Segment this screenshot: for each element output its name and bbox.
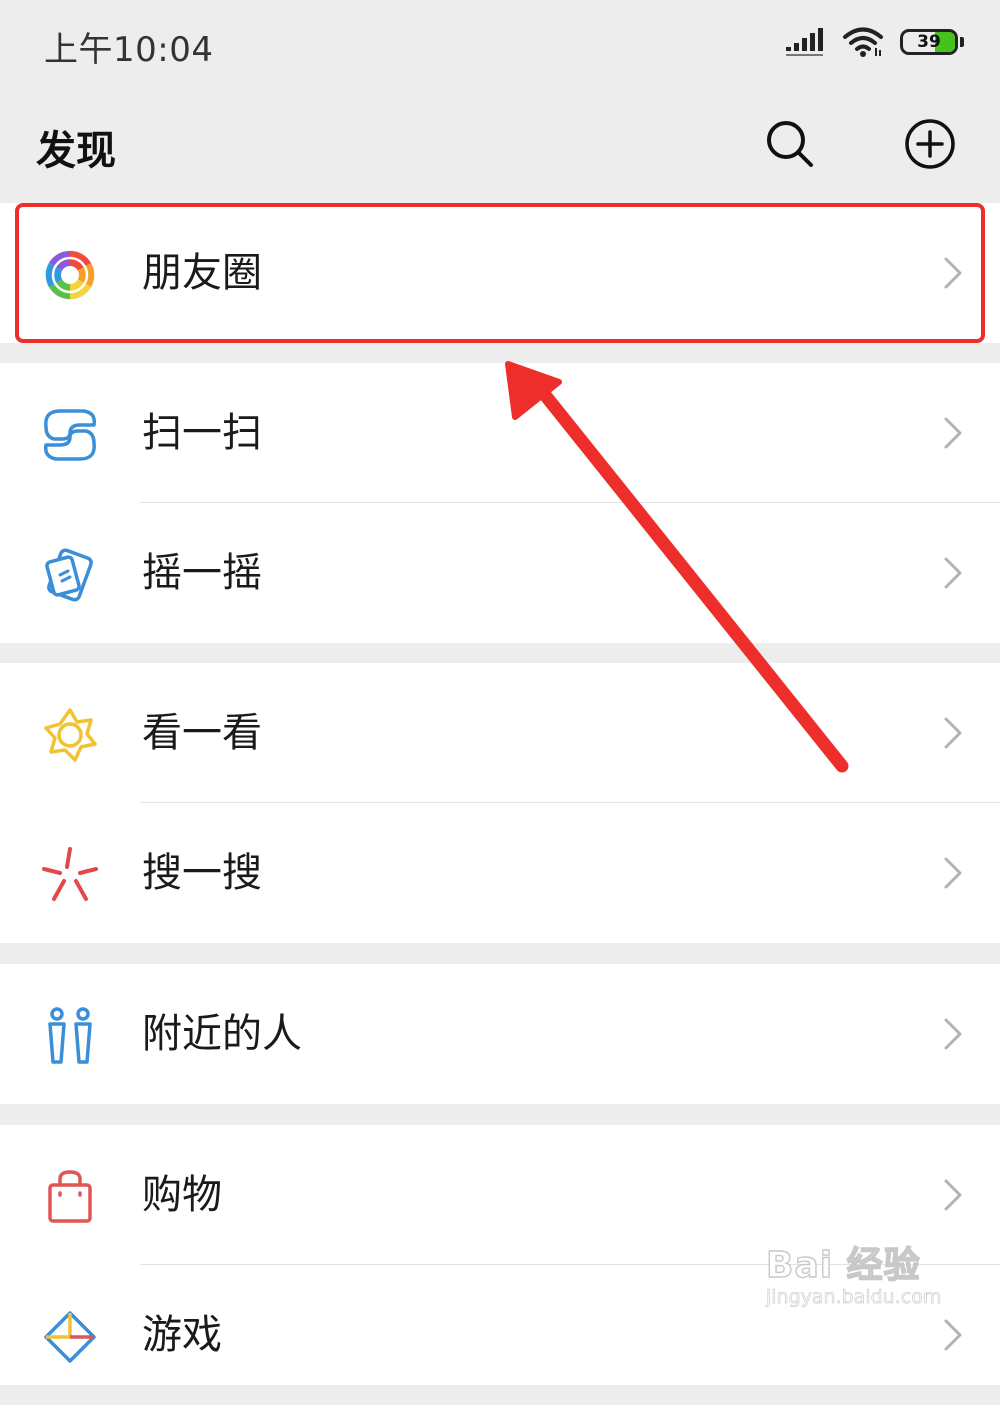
nav-bar: 发现 <box>0 88 1000 200</box>
menu-item-moments[interactable]: 朋友圈 <box>0 203 1000 343</box>
battery-cap <box>960 37 964 47</box>
search-button[interactable] <box>762 116 818 172</box>
wifi-icon <box>843 27 883 57</box>
shake-icon-wrap <box>40 545 100 605</box>
chevron-right-icon <box>944 1319 962 1351</box>
menu-item-people-nearby[interactable]: 附近的人 <box>0 964 1000 1104</box>
chevron-right-icon <box>944 417 962 449</box>
battery-icon: 39 <box>900 29 958 55</box>
signal-icon <box>786 28 823 56</box>
top-stories-icon-wrap <box>40 705 100 765</box>
menu-item-shake[interactable]: 摇一摇 <box>0 503 1000 643</box>
chevron-right-icon <box>944 1018 962 1050</box>
chevron-right-icon <box>944 1179 962 1211</box>
menu-item-scan[interactable]: 扫一扫 <box>0 363 1000 503</box>
shopping-bag-icon <box>48 1170 92 1223</box>
menu-label-people-nearby: 附近的人 <box>142 1011 302 1057</box>
menu-item-games[interactable]: 游戏 <box>0 1265 1000 1405</box>
menu-item-shopping[interactable]: 购物 <box>0 1125 1000 1265</box>
search-icon <box>767 121 813 167</box>
scan-icon-wrap <box>40 405 100 465</box>
chevron-right-icon <box>944 257 962 289</box>
group-people-nearby: 附近的人 <box>0 964 1000 1104</box>
status-time: 上午10:04 <box>44 30 214 70</box>
moments-icon-wrap <box>40 245 100 305</box>
menu-label-top-stories: 看一看 <box>142 710 262 756</box>
menu-item-search[interactable]: 搜一搜 <box>0 803 1000 943</box>
shake-icon <box>45 548 93 602</box>
star-icon <box>44 708 97 762</box>
shopping-icon-wrap <box>40 1167 100 1227</box>
chevron-right-icon <box>944 857 962 889</box>
people-nearby-icon-wrap <box>40 1006 100 1066</box>
menu-label-moments: 朋友圈 <box>142 250 262 296</box>
menu-label-search: 搜一搜 <box>142 850 262 896</box>
battery-percent: 39 <box>917 32 941 52</box>
menu-label-scan: 扫一扫 <box>142 410 262 456</box>
chevron-right-icon <box>944 557 962 589</box>
menu-label-games: 游戏 <box>142 1312 222 1358</box>
plus-circle-icon <box>905 119 955 169</box>
status-bar: 上午10:04 39 <box>0 0 1000 88</box>
menu-label-shake: 摇一摇 <box>142 550 262 596</box>
game-icon <box>44 1311 96 1363</box>
group-stories-search: 看一看 搜一搜 <box>0 663 1000 943</box>
menu-label-shopping: 购物 <box>142 1172 222 1218</box>
people-icon <box>48 1007 92 1064</box>
search-feature-icon-wrap <box>40 845 100 905</box>
group-scan-shake: 扫一扫 摇一摇 <box>0 363 1000 643</box>
menu-item-top-stories[interactable]: 看一看 <box>0 663 1000 803</box>
group-shopping-games: 购物 游戏 <box>0 1125 1000 1385</box>
page-title: 发现 <box>36 128 116 174</box>
games-icon-wrap <box>40 1307 100 1367</box>
add-button[interactable] <box>902 116 958 172</box>
spark-icon <box>42 847 98 901</box>
group-moments: 朋友圈 <box>0 203 1000 343</box>
scan-icon <box>43 409 97 461</box>
system-icons: 39 <box>786 24 964 60</box>
aperture-icon <box>45 250 95 300</box>
chevron-right-icon <box>944 717 962 749</box>
